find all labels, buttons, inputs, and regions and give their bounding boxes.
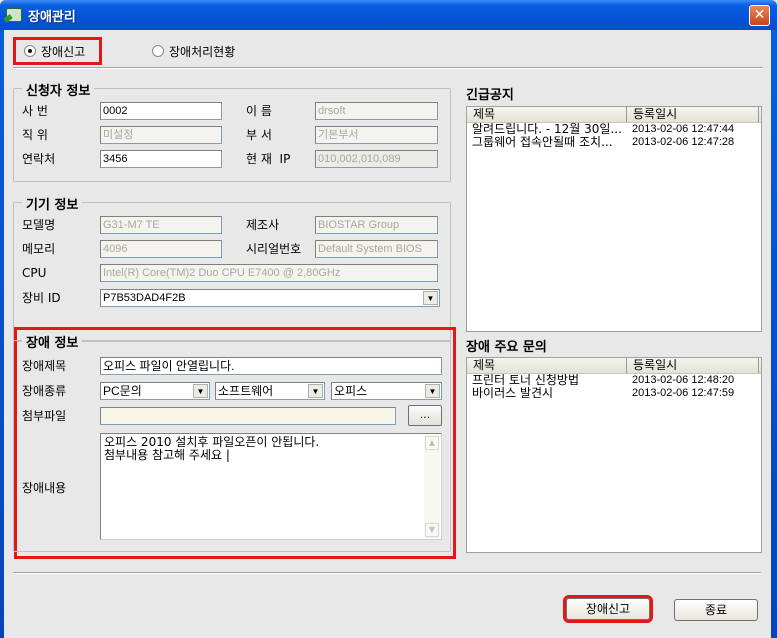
model-field: G31-M7 TE <box>100 216 222 234</box>
content-line-2: 첨부내용 참고해 주세요 | <box>104 448 230 462</box>
divider-bottom <box>13 572 761 574</box>
type1-value: PC문의 <box>103 384 142 398</box>
notices-title: 긴급공지 <box>466 88 514 103</box>
employee-no-label: 사 번 <box>22 104 48 118</box>
faq-row-date: 2013-02-06 12:48:20 <box>632 374 735 386</box>
window-title: 장애관리 <box>28 10 76 25</box>
dept-field: 기본부서 <box>315 126 438 144</box>
content-label: 장애내용 <box>22 481 67 495</box>
type3-select[interactable]: 오피스 ▼ <box>331 382 442 400</box>
type1-select[interactable]: PC문의 ▼ <box>100 382 210 400</box>
device-id-value: P7B53DAD4F2B <box>103 292 186 304</box>
content-textarea[interactable]: 오피스 2010 설치후 파일오픈이 안됩니다. 첨부내용 참고해 주세요 | … <box>100 433 442 540</box>
notices-header: 제목 등록일시 <box>467 107 761 123</box>
radio-report[interactable]: 장애신고 <box>13 37 102 65</box>
device-id-label: 장비 ID <box>22 291 61 305</box>
device-group: 기기 정보 모델명 G31-M7 TE 제조사 BIOSTAR Group 메모… <box>13 194 451 342</box>
browse-button[interactable]: ... <box>408 405 442 426</box>
cpu-label: CPU <box>22 266 47 280</box>
cpu-field: Intel(R) Core(TM)2 Duo CPU E7400 @ 2,80G… <box>100 264 438 282</box>
name-field: drsoft <box>315 102 438 120</box>
maker-field: BIOSTAR Group <box>315 216 438 234</box>
faq-row[interactable]: 프린터 토너 신청방법 2013-02-06 12:48:20 <box>467 374 761 387</box>
close-button[interactable]: ✕ <box>749 5 770 26</box>
model-label: 모델명 <box>22 218 56 232</box>
radio-status-label: 장애처리현황 <box>169 44 236 59</box>
notices-row[interactable]: 알려드립니다. - 12월 30일... 2013-02-06 12:47:44 <box>467 123 761 136</box>
faq-row-title: 바이러스 발견시 <box>472 387 554 400</box>
content-scrollbar[interactable]: ▲ ▼ <box>424 435 440 538</box>
faq-row[interactable]: 바이러스 발견시 2013-02-06 12:47:59 <box>467 387 761 400</box>
position-field: 미설정 <box>100 126 222 144</box>
faq-row-date: 2013-02-06 12:47:59 <box>632 387 735 399</box>
ip-field: 010,002,010,089 <box>315 150 438 168</box>
faq-row-title: 프린터 토너 신청방법 <box>472 374 579 387</box>
faq-title: 장애 주요 문의 <box>466 340 547 355</box>
app-icon <box>6 8 22 22</box>
exit-button[interactable]: 종료 <box>674 599 758 621</box>
radio-status-indicator[interactable] <box>152 45 164 57</box>
title-bar: 장애관리 ✕ <box>0 0 777 30</box>
requester-group: 신청자 정보 사 번 0002 이 름 drsoft 직 위 미설정 부 서 기… <box>13 80 451 182</box>
notices-row[interactable]: 그룹웨어 접속안될때 조치... 2013-02-06 12:47:28 <box>467 136 761 149</box>
radio-report-label: 장애신고 <box>41 44 86 59</box>
notices-row-title: 알려드립니다. - 12월 30일... <box>472 123 622 136</box>
chevron-down-icon[interactable]: ▼ <box>425 384 440 398</box>
notices-row-date: 2013-02-06 12:47:28 <box>632 136 735 148</box>
device-id-select[interactable]: P7B53DAD4F2B ▼ <box>100 289 440 307</box>
radio-status[interactable]: 장애처리현황 <box>152 40 235 62</box>
ip-label: 현 재 IP <box>246 152 291 166</box>
serial-field: Default System BIOS <box>315 240 438 258</box>
type-label: 장애종류 <box>22 384 67 398</box>
notices-col-date[interactable]: 등록일시 <box>627 107 759 122</box>
device-group-title: 기기 정보 <box>22 194 83 213</box>
chevron-down-icon[interactable]: ▼ <box>193 384 208 398</box>
contact-label: 연락처 <box>22 152 56 166</box>
notices-list[interactable]: 제목 등록일시 알려드립니다. - 12월 30일... 2013-02-06 … <box>466 106 762 332</box>
type2-select[interactable]: 소프트웨어 ▼ <box>215 382 325 400</box>
notices-row-title: 그룹웨어 접속안될때 조치... <box>472 136 613 149</box>
divider-top <box>13 67 763 69</box>
employee-no-field[interactable]: 0002 <box>100 102 222 120</box>
position-label: 직 위 <box>22 128 48 142</box>
submit-button[interactable]: 장애신고 <box>563 595 653 623</box>
scroll-down-icon[interactable]: ▼ <box>425 523 439 537</box>
issue-group-title: 장애 정보 <box>22 332 83 351</box>
notices-col-title[interactable]: 제목 <box>467 107 627 122</box>
client-area: 장애신고 장애처리현황 신청자 정보 사 번 0002 이 름 drsoft 직… <box>4 30 771 638</box>
faq-header: 제목 등록일시 <box>467 358 761 374</box>
contact-field[interactable]: 3456 <box>100 150 222 168</box>
faq-list[interactable]: 제목 등록일시 프린터 토너 신청방법 2013-02-06 12:48:20 … <box>466 357 762 553</box>
scroll-up-icon[interactable]: ▲ <box>425 436 439 450</box>
app-window: 장애관리 ✕ 장애신고 장애처리현황 신청자 정보 사 번 0002 이 름 d… <box>0 0 777 638</box>
maker-label: 제조사 <box>246 218 280 232</box>
issue-group: 장애 정보 장애제목 오피스 파일이 안열립니다. 장애종류 PC문의 ▼ 소프… <box>13 332 451 552</box>
attach-field[interactable] <box>100 407 396 425</box>
notices-row-date: 2013-02-06 12:47:44 <box>632 123 735 135</box>
subject-label: 장애제목 <box>22 359 67 373</box>
subject-field[interactable]: 오피스 파일이 안열립니다. <box>100 357 442 375</box>
faq-col-title[interactable]: 제목 <box>467 358 627 373</box>
attach-label: 첨부파일 <box>22 409 67 423</box>
chevron-down-icon[interactable]: ▼ <box>423 291 438 305</box>
type2-value: 소프트웨어 <box>218 384 274 398</box>
requester-group-title: 신청자 정보 <box>22 80 95 99</box>
chevron-down-icon[interactable]: ▼ <box>308 384 323 398</box>
type3-value: 오피스 <box>334 384 368 398</box>
faq-col-date[interactable]: 등록일시 <box>627 358 759 373</box>
radio-report-indicator[interactable] <box>24 45 36 57</box>
serial-label: 시리얼번호 <box>246 242 302 256</box>
memory-field: 4096 <box>100 240 222 258</box>
memory-label: 메모리 <box>22 242 56 256</box>
name-label: 이 름 <box>246 104 272 118</box>
dept-label: 부 서 <box>246 128 272 142</box>
